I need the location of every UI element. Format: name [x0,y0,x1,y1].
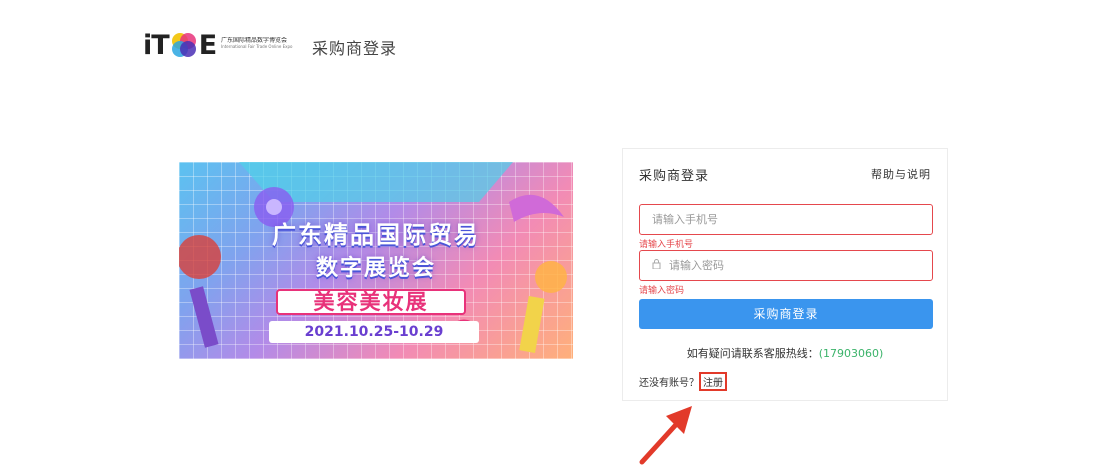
banner-tag: 美容美妆展 [276,289,466,315]
contact-info: 如有疑问请联系客服热线：(17903060) [623,345,947,361]
logo-cn-name: 广东国际精品数字博览会 [221,37,288,44]
portal-title: 采购商登录 [312,39,398,58]
login-button[interactable]: 采购商登录 [639,299,933,329]
banner-dates: 2021.10.25-10.29 [269,321,479,343]
logo-en-name: International Fair Trade Online Expo [221,44,293,49]
account-field[interactable] [639,204,933,235]
banner-title-line1: 广东精品国际贸易 [272,221,480,249]
logo-text-left: iT [143,29,170,61]
account-input[interactable] [652,213,912,226]
logo-ring-icon [170,31,198,59]
password-input[interactable] [669,259,929,272]
contact-text: 如有疑问请联系客服热线： [686,347,819,360]
annotation-arrow-icon [639,406,692,465]
logo-subtitle: 广东国际精品数字博览会 International Fair Trade Onl… [221,37,307,49]
login-card: 采购商登录 帮助与说明 请输入手机号 请输入密码 采购商登录 如有疑问请联系客服… [622,148,948,401]
register-prompt: 还没有账号？ [639,378,699,389]
register-link[interactable]: 注册 [699,372,727,391]
logo: iT E [143,29,217,61]
expo-banner: 广东精品国际贸易 数字展览会 美容美妆展 2021.10.25-10.29 [179,162,573,359]
contact-phone: (17903060) [818,347,884,360]
logo-text-right: E [198,29,217,61]
password-error: 请输入密码 [639,286,685,296]
login-title: 采购商登录 [639,169,710,184]
banner-title-line2: 数字展览会 [315,256,436,281]
register-row: 还没有账号？ 注册 [639,372,727,391]
password-field[interactable] [639,250,933,281]
lock-icon [652,259,661,272]
account-error: 请输入手机号 [639,240,694,250]
help-link[interactable]: 帮助与说明 [871,166,931,182]
